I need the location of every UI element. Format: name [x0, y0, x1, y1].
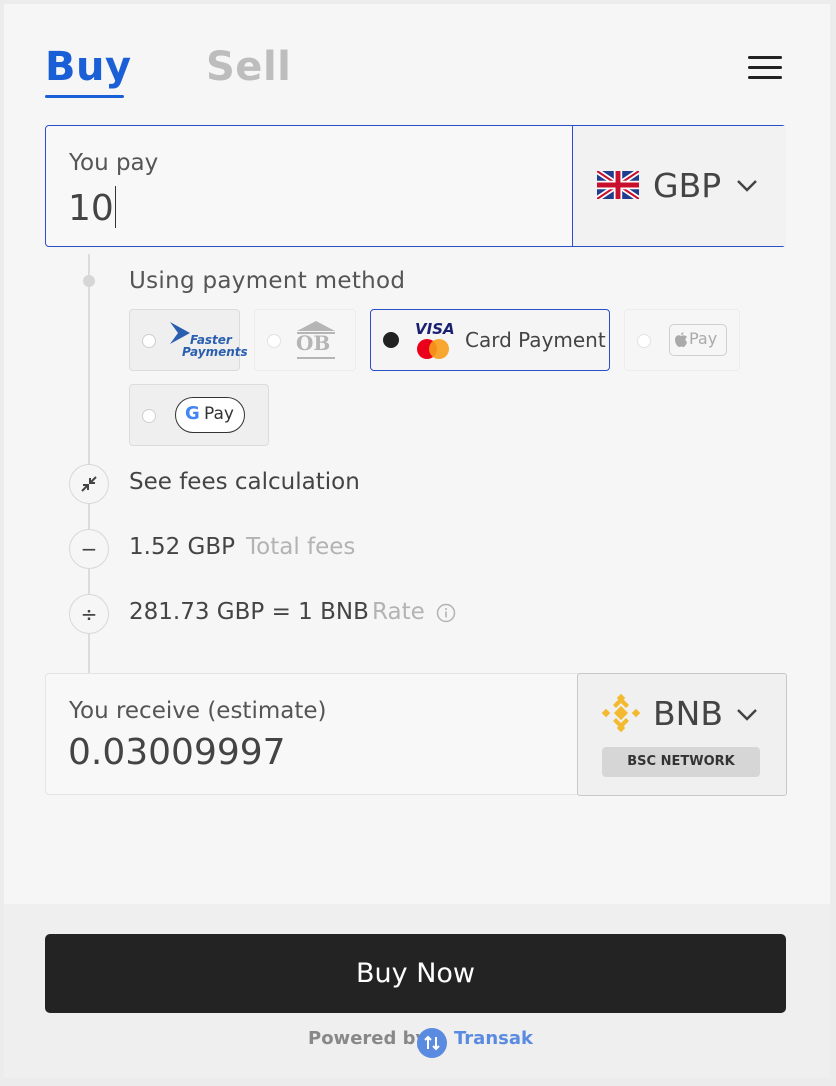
crypto-currency-select[interactable]: BNB BSC NETWORK	[577, 673, 787, 796]
payment-option-card[interactable]: VISA Card Payment	[370, 309, 610, 371]
uk-flag-icon	[597, 171, 639, 199]
fiat-currency-select[interactable]: GBP	[572, 126, 786, 246]
bnb-logo-icon	[602, 694, 640, 732]
radio-button-selected[interactable]	[383, 332, 399, 348]
chevron-down-icon	[737, 709, 757, 721]
pay-amount-input[interactable]: 10	[68, 186, 117, 229]
collapse-arrows-icon[interactable]	[69, 464, 109, 504]
pay-amount-box: You pay 10 GBP	[45, 125, 786, 247]
apple-pay-badge: Pay	[669, 324, 727, 356]
google-pay-label: Pay	[204, 404, 234, 424]
google-pay-badge: G Pay	[175, 397, 245, 433]
divide-icon: ÷	[69, 594, 109, 634]
payment-option-faster-payments[interactable]: Faster Payments	[129, 309, 248, 371]
tab-buy[interactable]: Buy	[45, 44, 132, 90]
powered-by-label: Powered by	[308, 1028, 428, 1049]
card-payment-label: Card Payment	[465, 328, 606, 352]
radio-button[interactable]	[142, 409, 156, 423]
crypto-currency-code: BNB	[653, 694, 723, 733]
payment-option-open-banking[interactable]: OB	[254, 309, 356, 371]
radio-button[interactable]	[267, 334, 281, 348]
exchange-rate-value: 281.73 GBP = 1 BNB	[129, 599, 369, 625]
fiat-currency-code: GBP	[653, 166, 722, 205]
tab-sell[interactable]: Sell	[206, 44, 291, 90]
radio-button[interactable]	[637, 334, 651, 348]
receive-label: You receive (estimate)	[69, 698, 327, 724]
buy-now-button[interactable]: Buy Now	[45, 934, 786, 1013]
network-badge: BSC NETWORK	[602, 747, 760, 777]
open-banking-label: OB	[296, 331, 331, 355]
apple-pay-label: Pay	[689, 329, 718, 348]
payment-method-title: Using payment method	[129, 268, 406, 294]
visa-icon: VISA	[415, 320, 455, 338]
total-fees-value: 1.52 GBP	[129, 534, 235, 560]
minus-icon: −	[69, 529, 109, 569]
transak-brand-link[interactable]: Transak	[454, 1028, 533, 1049]
google-g-icon: G	[185, 403, 200, 424]
total-fees-label: Total fees	[246, 534, 356, 560]
info-icon[interactable]	[436, 603, 456, 623]
receive-amount-value: 0.03009997	[68, 732, 286, 773]
chevron-down-icon	[737, 180, 757, 192]
receive-amount-box: You receive (estimate) 0.03009997 BNB BS…	[45, 673, 787, 796]
pay-label: You pay	[69, 150, 159, 176]
payment-option-google-pay[interactable]: G Pay	[129, 384, 269, 446]
see-fees-calculation-link[interactable]: See fees calculation	[129, 469, 360, 495]
hamburger-menu-icon[interactable]	[748, 52, 784, 82]
payment-option-apple-pay[interactable]: Pay	[624, 309, 740, 371]
widget-card: Buy Sell You pay 10 GBP Using payment me…	[4, 4, 830, 1078]
faster-payments-line2: Payments	[182, 345, 248, 359]
rate-label: Rate	[372, 599, 425, 625]
apple-icon	[675, 332, 687, 347]
mastercard-icon	[417, 339, 449, 359]
active-tab-indicator	[45, 95, 124, 98]
radio-button[interactable]	[142, 334, 156, 348]
step-dot	[83, 275, 95, 287]
transak-logo-icon[interactable]	[417, 1028, 447, 1058]
